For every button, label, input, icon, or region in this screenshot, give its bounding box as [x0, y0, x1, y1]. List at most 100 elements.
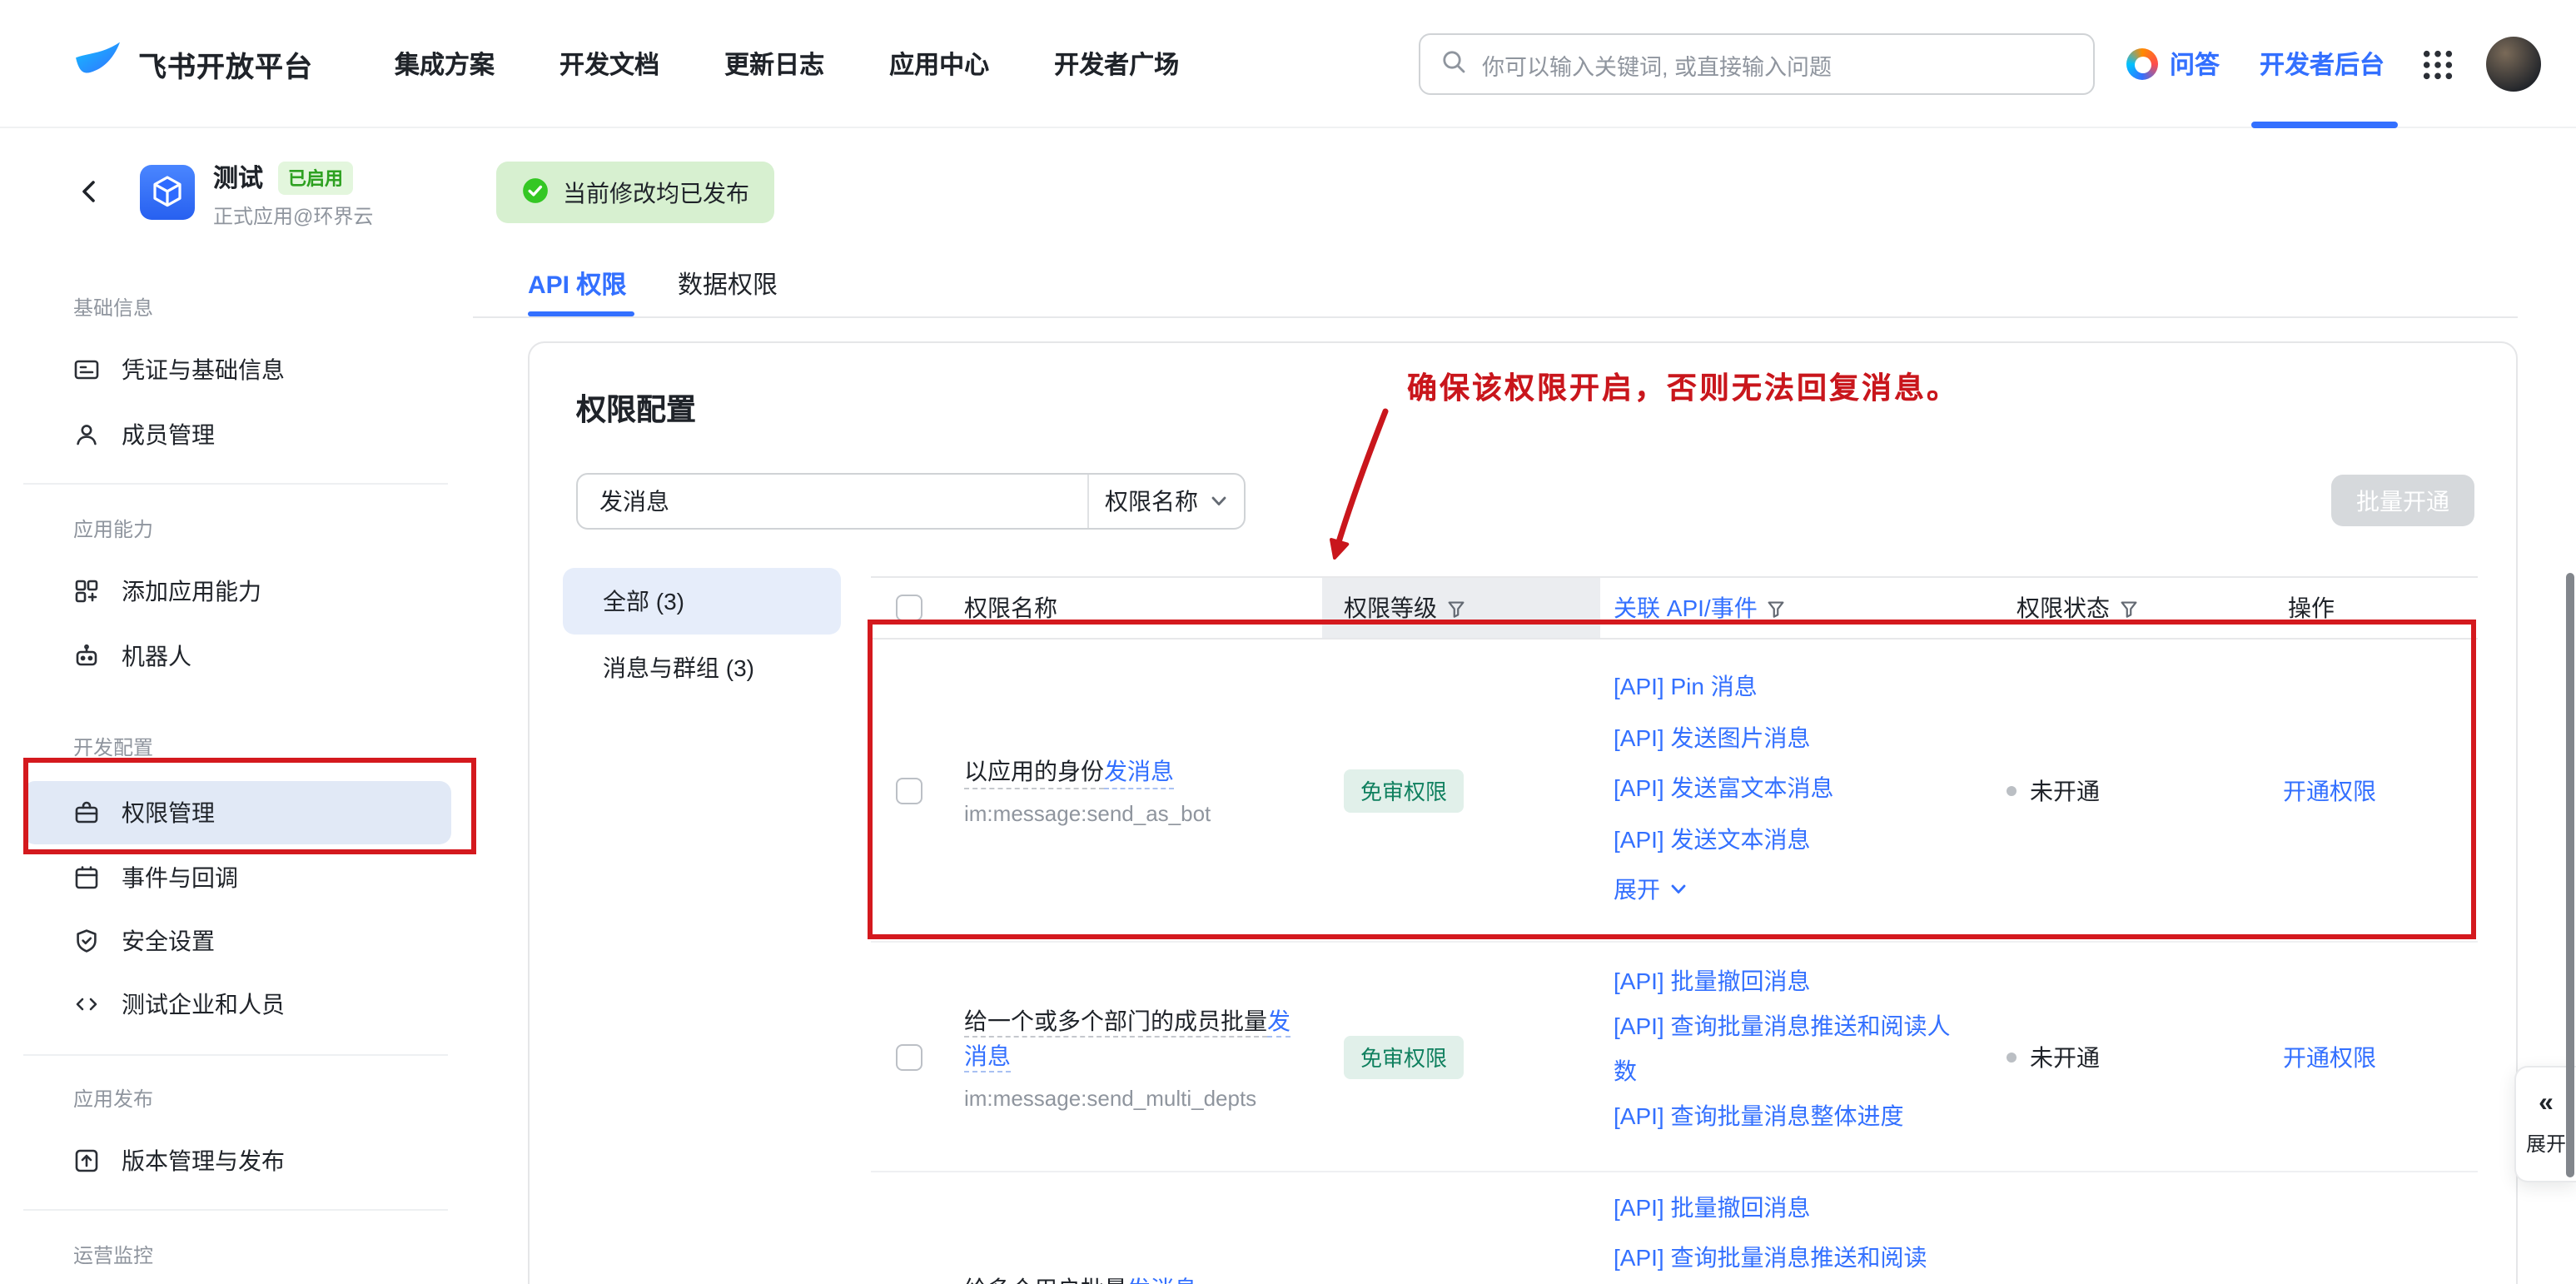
- feishu-logo-icon: [73, 38, 123, 90]
- sidebar-item-events[interactable]: 事件与回调: [23, 846, 451, 909]
- sidebar-item-label: 成员管理: [122, 418, 215, 451]
- sidebar-item-test-org[interactable]: 测试企业和人员: [23, 973, 451, 1036]
- developer-console-label: 开发者后台: [2260, 47, 2385, 82]
- annotation-text: 确保该权限开启，否则无法回复消息。: [1407, 365, 1959, 408]
- sidebar-divider: [23, 1209, 448, 1211]
- filter-funnel-icon[interactable]: [1445, 597, 1467, 619]
- permission-search-combo: 发消息 权限名称: [576, 473, 1246, 530]
- filter-funnel-icon[interactable]: [1766, 597, 1788, 619]
- test-org-icon: [73, 991, 100, 1018]
- permission-name: 给一个或多个部门的成员批量发消息: [964, 1003, 1297, 1073]
- sidebar-item-credentials[interactable]: 凭证与基础信息: [23, 338, 451, 401]
- search-field-label: 权限名称: [1105, 485, 1198, 518]
- sidebar-item-label: 机器人: [122, 640, 191, 673]
- developer-console-tab[interactable]: 开发者后台: [2260, 0, 2385, 128]
- batch-open-button[interactable]: 批量开通: [2331, 475, 2474, 526]
- top-navigation: 飞书开放平台 集成方案 开发文档 更新日志 应用中心 开发者广场 你可以输入关键…: [0, 0, 2576, 128]
- app-name: 测试: [213, 160, 263, 195]
- sidebar-section-basic: 基础信息: [73, 293, 153, 321]
- search-field-dropdown[interactable]: 权限名称: [1087, 475, 1244, 528]
- select-all-checkbox[interactable]: [896, 595, 922, 621]
- sidebar-section-release: 应用发布: [73, 1084, 153, 1112]
- scrollbar-thumb[interactable]: [2566, 573, 2574, 1177]
- sidebar-item-security[interactable]: 安全设置: [23, 909, 451, 973]
- release-icon: [73, 1147, 100, 1174]
- double-chevron-left-icon: «: [2539, 1091, 2554, 1117]
- qa-icon: [2126, 48, 2158, 80]
- sidebar-item-label: 凭证与基础信息: [122, 353, 285, 386]
- qa-link[interactable]: 问答: [2126, 0, 2220, 128]
- members-icon: [73, 421, 100, 448]
- sidebar-divider: [23, 1054, 448, 1056]
- check-circle-icon: [521, 176, 550, 209]
- nav-item-docs[interactable]: 开发文档: [559, 47, 659, 82]
- sidebar-item-version-release[interactable]: 版本管理与发布: [23, 1129, 451, 1192]
- topnav-menu: 集成方案 开发文档 更新日志 应用中心 开发者广场: [395, 0, 1179, 128]
- filter-all[interactable]: 全部 (3): [563, 568, 841, 635]
- qa-label: 问答: [2170, 47, 2220, 82]
- sidebar-section-monitor: 运营监控: [73, 1241, 153, 1269]
- api-link[interactable]: [API] 批量撤回消息: [1614, 959, 1958, 1004]
- search-icon: [1440, 48, 1467, 80]
- app-header-bar: 测试 已启用 正式应用@环界云 当前修改均已发布: [0, 128, 2576, 258]
- annotation-arrow: [1299, 405, 1415, 571]
- publish-status-pill: 当前修改均已发布: [496, 162, 774, 223]
- sidebar-section-dev-config: 开发配置: [73, 733, 153, 761]
- api-link[interactable]: [API] 批量撤回消息: [1614, 1182, 1958, 1232]
- back-button[interactable]: [75, 177, 108, 210]
- sidebar-section-capability: 应用能力: [73, 515, 153, 543]
- api-link[interactable]: [API] 查询批量消息推送和阅读: [1614, 1232, 1958, 1282]
- feishu-open-platform-console: 飞书开放平台 集成方案 开发文档 更新日志 应用中心 开发者广场 你可以输入关键…: [0, 0, 2576, 1284]
- sidebar-item-bot[interactable]: 机器人: [23, 625, 451, 688]
- sidebar-divider: [23, 483, 448, 485]
- nav-item-integration[interactable]: 集成方案: [395, 47, 495, 82]
- event-callback-icon: [73, 864, 100, 891]
- nav-item-app-center[interactable]: 应用中心: [889, 47, 989, 82]
- permission-search-input[interactable]: 发消息: [578, 475, 1087, 528]
- permission-name: 给多个用户批量发消息: [964, 1272, 1297, 1284]
- sidebar-item-add-capability[interactable]: 添加应用能力: [23, 560, 451, 623]
- apps-grid-icon[interactable]: [2421, 48, 2454, 82]
- enabled-badge: 已启用: [278, 161, 353, 194]
- brand[interactable]: 飞书开放平台: [73, 0, 313, 128]
- brand-name: 飞书开放平台: [138, 43, 313, 85]
- security-icon: [73, 928, 100, 954]
- nav-item-changelog[interactable]: 更新日志: [724, 47, 824, 82]
- sidebar-item-members[interactable]: 成员管理: [23, 403, 451, 466]
- api-link[interactable]: [API] 查询批量消息推送和阅读人数: [1614, 1004, 1958, 1094]
- expand-panel-label: 展开: [2526, 1129, 2566, 1157]
- table-row: 给多个用户批量发消息 [API] 批量撤回消息 [API] 查询批量消息推送和阅…: [871, 1172, 2478, 1284]
- nav-item-dev-plaza[interactable]: 开发者广场: [1054, 47, 1179, 82]
- filter-funnel-icon[interactable]: [2118, 597, 2140, 619]
- bot-icon: [73, 643, 100, 669]
- level-tag: 免审权限: [1344, 1035, 1464, 1078]
- add-capability-icon: [73, 578, 100, 605]
- global-search-input[interactable]: 你可以输入关键词, 或直接输入问题: [1419, 33, 2095, 95]
- annotation-box-sidebar: [23, 758, 476, 854]
- table-row: 给一个或多个部门的成员批量发消息 im:message:send_multi_d…: [871, 943, 2478, 1172]
- sidebar-item-label: 添加应用能力: [122, 575, 261, 608]
- tab-api-permission[interactable]: API 权限: [528, 263, 626, 303]
- chevron-down-icon: [1208, 491, 1228, 511]
- permission-scope: im:message:send_multi_depts: [964, 1085, 1297, 1110]
- api-link[interactable]: [API] 查询批量消息整体进度: [1614, 1094, 1958, 1139]
- app-cube-icon: [140, 165, 195, 220]
- tab-data-permission[interactable]: 数据权限: [678, 263, 778, 303]
- active-nav-indicator: [2251, 122, 2398, 127]
- page-title: 权限配置: [576, 386, 696, 430]
- app-subtitle: 正式应用@环界云: [213, 202, 373, 230]
- credentials-icon: [73, 356, 100, 383]
- sidebar-item-label: 事件与回调: [122, 861, 238, 894]
- status-dot: [2007, 1052, 2017, 1062]
- search-placeholder: 你可以输入关键词, 或直接输入问题: [1482, 47, 1832, 81]
- user-avatar[interactable]: [2486, 37, 2541, 92]
- row-checkbox[interactable]: [896, 1043, 922, 1070]
- filter-message-group[interactable]: 消息与群组 (3): [563, 635, 841, 701]
- sidebar-item-label: 安全设置: [122, 924, 215, 958]
- tab-api-permission-label: API 权限: [528, 266, 626, 301]
- tabs-divider: [473, 316, 2518, 318]
- open-permission-link[interactable]: 开通权限: [2283, 1040, 2376, 1073]
- permission-group-filter: 全部 (3) 消息与群组 (3): [563, 568, 841, 701]
- sidebar-item-label: 版本管理与发布: [122, 1144, 285, 1177]
- sidebar-item-label: 测试企业和人员: [122, 988, 285, 1021]
